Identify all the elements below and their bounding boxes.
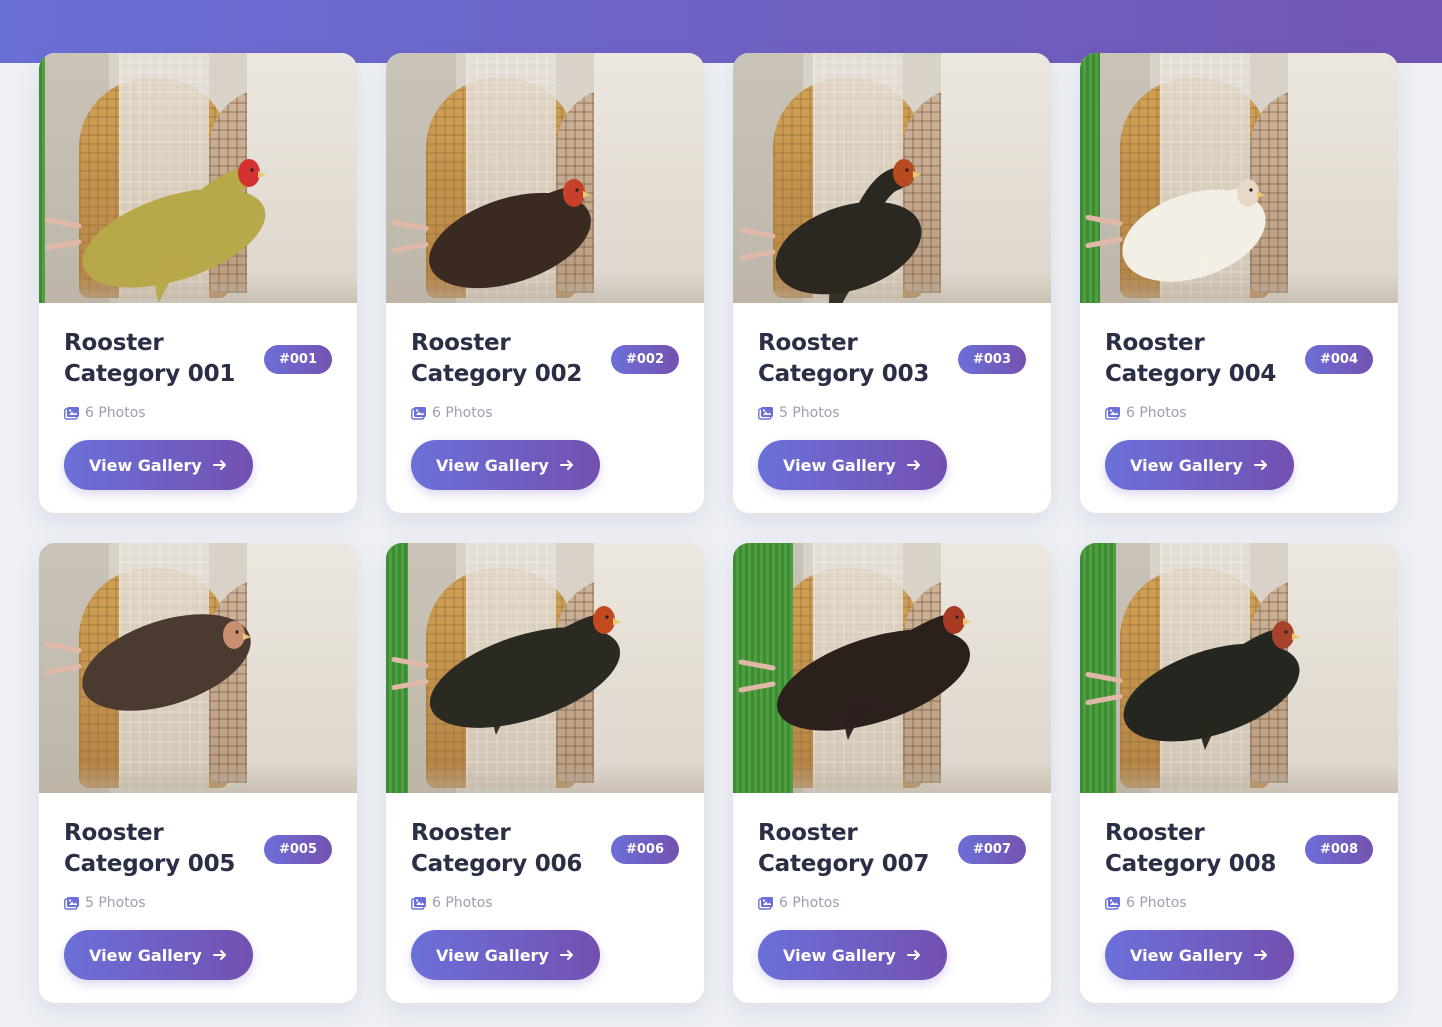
category-id-badge: #002 xyxy=(610,344,679,374)
rooster-photo[interactable] xyxy=(733,53,1051,303)
photo-count: 6 Photos xyxy=(1105,404,1373,422)
rooster-figure xyxy=(738,606,971,740)
category-id-badge: #004 xyxy=(1304,344,1373,374)
category-id-badge: #008 xyxy=(1304,834,1373,864)
view-gallery-button[interactable]: View Gallery xyxy=(1105,440,1294,490)
view-gallery-button[interactable]: View Gallery xyxy=(411,440,600,490)
view-gallery-button[interactable]: View Gallery xyxy=(1105,930,1294,980)
photo-count-text: 6 Photos xyxy=(779,895,840,911)
category-id-badge: #003 xyxy=(957,344,1026,374)
category-id-badge: #005 xyxy=(263,834,332,864)
view-gallery-label: View Gallery xyxy=(1130,455,1243,475)
photo-count: 6 Photos xyxy=(758,894,1026,912)
category-card: Rooster Category 001 #001 6 Photos View … xyxy=(39,53,357,513)
category-card: Rooster Category 005 #005 5 Photos View … xyxy=(39,543,357,1003)
arrow-right-icon xyxy=(559,460,573,470)
view-gallery-button[interactable]: View Gallery xyxy=(64,930,253,980)
photo-count-text: 6 Photos xyxy=(1126,405,1187,421)
rooster-photo[interactable] xyxy=(386,543,704,793)
category-id-badge: #007 xyxy=(957,834,1026,864)
card-title: Rooster Category 001 xyxy=(64,330,236,387)
image-icon xyxy=(758,407,773,420)
photo-count: 6 Photos xyxy=(1105,894,1373,912)
rooster-photo[interactable] xyxy=(386,53,704,303)
rooster-figure xyxy=(44,159,266,303)
card-title: Rooster Category 003 xyxy=(758,330,930,387)
category-card: Rooster Category 008 #008 6 Photos View … xyxy=(1080,543,1398,1003)
view-gallery-button[interactable]: View Gallery xyxy=(758,440,947,490)
category-id-badge: #006 xyxy=(610,834,679,864)
photo-count: 6 Photos xyxy=(64,404,332,422)
arrow-right-icon xyxy=(559,950,573,960)
rooster-figure xyxy=(44,614,251,711)
photo-count: 6 Photos xyxy=(411,404,679,422)
photo-count-text: 5 Photos xyxy=(779,405,840,421)
view-gallery-label: View Gallery xyxy=(436,455,549,475)
photo-count-text: 5 Photos xyxy=(85,895,146,911)
category-card: Rooster Category 002 #002 6 Photos View … xyxy=(386,53,704,513)
rooster-figure xyxy=(1085,621,1300,750)
rooster-photo[interactable] xyxy=(39,53,357,303)
image-icon xyxy=(758,897,773,910)
category-card: Rooster Category 006 #006 6 Photos View … xyxy=(386,543,704,1003)
image-icon xyxy=(1105,407,1120,420)
card-title: Rooster Category 002 xyxy=(411,330,583,387)
view-gallery-label: View Gallery xyxy=(1130,945,1243,965)
image-icon xyxy=(411,407,426,420)
view-gallery-button[interactable]: View Gallery xyxy=(64,440,253,490)
category-card: Rooster Category 004 #004 6 Photos View … xyxy=(1080,53,1398,513)
image-icon xyxy=(64,897,79,910)
photo-count-text: 6 Photos xyxy=(432,895,493,911)
arrow-right-icon xyxy=(906,950,920,960)
arrow-right-icon xyxy=(212,460,226,470)
category-grid: Rooster Category 001 #001 6 Photos View … xyxy=(39,53,1398,1003)
view-gallery-label: View Gallery xyxy=(89,455,202,475)
rooster-figure xyxy=(1085,179,1266,282)
arrow-right-icon xyxy=(1253,460,1267,470)
view-gallery-label: View Gallery xyxy=(436,945,549,965)
rooster-photo[interactable] xyxy=(1080,53,1398,303)
rooster-photo[interactable] xyxy=(733,543,1051,793)
category-card: Rooster Category 007 #007 6 Photos View … xyxy=(733,543,1051,1003)
photo-count: 5 Photos xyxy=(64,894,332,912)
rooster-photo[interactable] xyxy=(1080,543,1398,793)
arrow-right-icon xyxy=(906,460,920,470)
photo-count: 6 Photos xyxy=(411,894,679,912)
rooster-figure xyxy=(391,179,591,289)
card-title: Rooster Category 005 xyxy=(64,820,236,877)
view-gallery-label: View Gallery xyxy=(89,945,202,965)
card-title: Rooster Category 008 xyxy=(1105,820,1277,877)
view-gallery-button[interactable]: View Gallery xyxy=(758,930,947,980)
photo-count-text: 6 Photos xyxy=(85,405,146,421)
view-gallery-button[interactable]: View Gallery xyxy=(411,930,600,980)
photo-count-text: 6 Photos xyxy=(432,405,493,421)
photo-count-text: 6 Photos xyxy=(1126,895,1187,911)
card-title: Rooster Category 007 xyxy=(758,820,930,877)
image-icon xyxy=(64,407,79,420)
photo-count: 5 Photos xyxy=(758,404,1026,422)
image-icon xyxy=(411,897,426,910)
rooster-figure xyxy=(391,606,621,735)
image-icon xyxy=(1105,897,1120,910)
card-title: Rooster Category 004 xyxy=(1105,330,1277,387)
arrow-right-icon xyxy=(1253,950,1267,960)
category-id-badge: #001 xyxy=(263,344,332,374)
arrow-right-icon xyxy=(212,950,226,960)
view-gallery-label: View Gallery xyxy=(783,455,896,475)
category-card: Rooster Category 003 #003 5 Photos View … xyxy=(733,53,1051,513)
rooster-photo[interactable] xyxy=(39,543,357,793)
rooster-figure xyxy=(738,159,922,303)
card-title: Rooster Category 006 xyxy=(411,820,583,877)
view-gallery-label: View Gallery xyxy=(783,945,896,965)
